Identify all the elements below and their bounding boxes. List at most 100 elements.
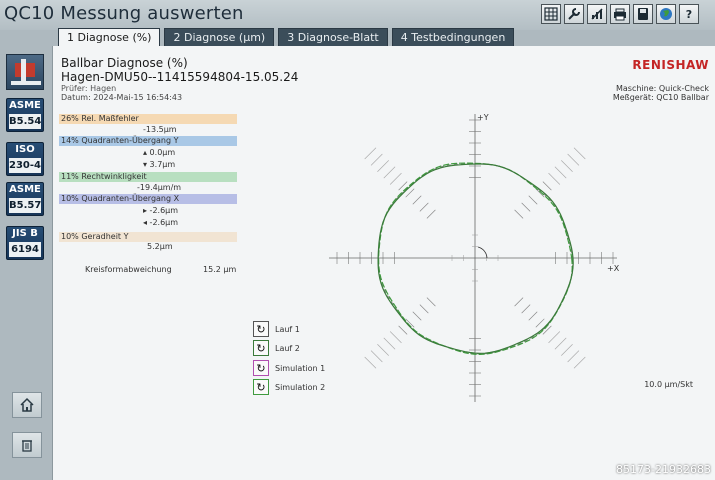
legend-run-1[interactable]: ↻ Lauf 1	[253, 320, 300, 338]
refresh-icon[interactable]: ↻	[253, 340, 269, 356]
file-name: Hagen-DMU50--11415594804-15.05.24	[61, 70, 299, 84]
standard-button-jis-b6194[interactable]: JIS B 6194	[6, 226, 44, 260]
tab-diagnose-percent[interactable]: 1 Diagnose (%)	[58, 28, 161, 46]
home-icon[interactable]	[12, 392, 42, 418]
diagnostic-value: ▸ -2.6µm	[143, 206, 179, 215]
diagonal-tick	[412, 311, 422, 321]
diagnostic-value: 5.2µm	[147, 242, 173, 251]
diagonal-tick	[528, 311, 538, 321]
wrench-icon[interactable]	[564, 4, 584, 24]
diagonal-tick	[521, 202, 531, 212]
diagnostic-row: 10% Quadranten-Übergang X	[59, 194, 237, 204]
diagnostic-value: -19.4µm/m	[137, 183, 182, 192]
app-title: QC10 Messung auswerten	[4, 3, 244, 24]
standard-button-iso-230-4[interactable]: ISO 230-4	[6, 142, 44, 176]
tab-diagnose-um[interactable]: 2 Diagnose (µm)	[164, 28, 275, 46]
ballbar-polar-plot: +Y +X	[329, 113, 620, 402]
report-title: Ballbar Diagnose (%)	[61, 56, 188, 70]
diagnostic-value: -13.5µm	[143, 125, 177, 134]
standard-top-label: ISO	[15, 144, 35, 155]
diagonal-tick	[398, 325, 408, 335]
renishaw-logo: RENISHAW	[632, 58, 709, 72]
diagonal-tick	[548, 172, 561, 185]
diagonal-tick	[528, 195, 538, 205]
standard-bottom-label: B5.54	[9, 114, 42, 129]
diagonal-tick	[567, 153, 580, 166]
x-axis-label: +X	[607, 264, 620, 273]
diagonal-tick	[389, 331, 402, 344]
trash-icon[interactable]	[12, 432, 42, 458]
diagonal-tick	[370, 153, 383, 166]
standard-bottom-label: B5.57	[9, 198, 42, 213]
diagonal-tick	[535, 318, 545, 328]
diagnostic-row: 11% Rechtwinkligkeit	[59, 172, 237, 182]
diagonal-tick	[561, 160, 573, 172]
refresh-icon[interactable]: ↻	[253, 321, 269, 337]
diagonal-tick	[426, 209, 436, 219]
tab-testbedingungen[interactable]: 4 Testbedingungen	[391, 28, 515, 46]
diagonal-tick	[377, 344, 389, 356]
standard-top-label: JIS B	[12, 228, 38, 239]
standard-bottom-label: 230-4	[9, 158, 41, 173]
test-date: Datum: 2024-Mai-15 16:54:43	[61, 93, 183, 102]
watermark-text: 85173-21932683	[616, 463, 711, 476]
diagonal-tick	[412, 195, 422, 205]
help-icon[interactable]: ?	[679, 4, 699, 24]
refresh-icon[interactable]: ↻	[253, 379, 269, 395]
app-logo	[6, 54, 44, 90]
diagnostic-value: ▴ 0.0µm	[143, 148, 176, 157]
globe-icon[interactable]	[656, 4, 676, 24]
diagonal-tick	[419, 304, 429, 314]
table-icon[interactable]	[541, 4, 561, 24]
legend-label: Lauf 2	[275, 343, 300, 353]
diagonal-tick	[419, 202, 429, 212]
legend-label: Lauf 1	[275, 324, 300, 334]
diagnostic-row: 10% Geradheit Y	[59, 232, 237, 242]
diagonal-tick	[548, 331, 561, 344]
chart-icon[interactable]	[587, 4, 607, 24]
standard-bottom-label: 6194	[9, 242, 41, 257]
refresh-icon[interactable]: ↻	[253, 360, 269, 376]
diagonal-tick	[383, 166, 396, 179]
trace-run-2	[377, 163, 574, 354]
direction-arc	[477, 246, 488, 259]
diagonal-tick	[364, 147, 377, 160]
diagonal-tick	[573, 356, 586, 369]
diagnostic-value: ◂ -2.6µm	[143, 218, 179, 227]
plot-scale: 10.0 µm/Skt	[644, 380, 693, 389]
legend-run-2[interactable]: ↻ Lauf 2	[253, 339, 300, 357]
diagonal-tick	[542, 181, 552, 191]
y-axis-label: +Y	[477, 113, 489, 122]
diagonal-tick	[377, 160, 389, 172]
circularity-value: 15.2 µm	[203, 265, 237, 274]
tab-diagnose-blatt[interactable]: 3 Diagnose-Blatt	[278, 28, 388, 46]
toolbar: ?	[541, 4, 699, 24]
tab-bar: 1 Diagnose (%) 2 Diagnose (µm) 3 Diagnos…	[58, 28, 515, 46]
diagonal-tick	[389, 172, 402, 185]
diagonal-tick	[573, 147, 586, 160]
diagnostic-row: 14% Quadranten-Übergang Y	[59, 136, 237, 146]
diagonal-tick	[514, 209, 524, 219]
diagonal-tick	[561, 344, 573, 356]
diagonal-tick	[383, 337, 396, 350]
sidebar: ASME B5.54 ISO 230-4 ASME B5.57 JIS B 61…	[0, 46, 52, 480]
diagnostic-value: ▾ 3.7µm	[143, 160, 176, 169]
printer-icon[interactable]	[610, 4, 630, 24]
standard-button-asme-b554[interactable]: ASME B5.54	[6, 98, 44, 132]
circularity-label: Kreisformabweichung	[85, 265, 172, 274]
diagonal-tick	[426, 297, 436, 307]
save-icon[interactable]	[633, 4, 653, 24]
diagonal-tick	[567, 350, 580, 363]
diagonal-tick	[364, 356, 377, 369]
title-bar: QC10 Messung auswerten ?	[0, 0, 715, 30]
diagnostic-row: 26% Rel. Maßfehler	[59, 114, 237, 124]
machine-name: Maschine: Quick-Check	[615, 84, 709, 93]
diagonal-tick	[554, 337, 567, 350]
standard-button-asme-b557[interactable]: ASME B5.57	[6, 182, 44, 216]
standard-top-label: ASME	[9, 100, 41, 111]
svg-text:?: ?	[686, 8, 692, 21]
measuring-device: Meßgerät: QC10 Ballbar	[612, 93, 709, 102]
report-panel: Ballbar Diagnose (%) Hagen-DMU50--114155…	[52, 46, 715, 480]
diagonal-tick	[554, 166, 567, 179]
diagonal-tick	[370, 350, 383, 363]
